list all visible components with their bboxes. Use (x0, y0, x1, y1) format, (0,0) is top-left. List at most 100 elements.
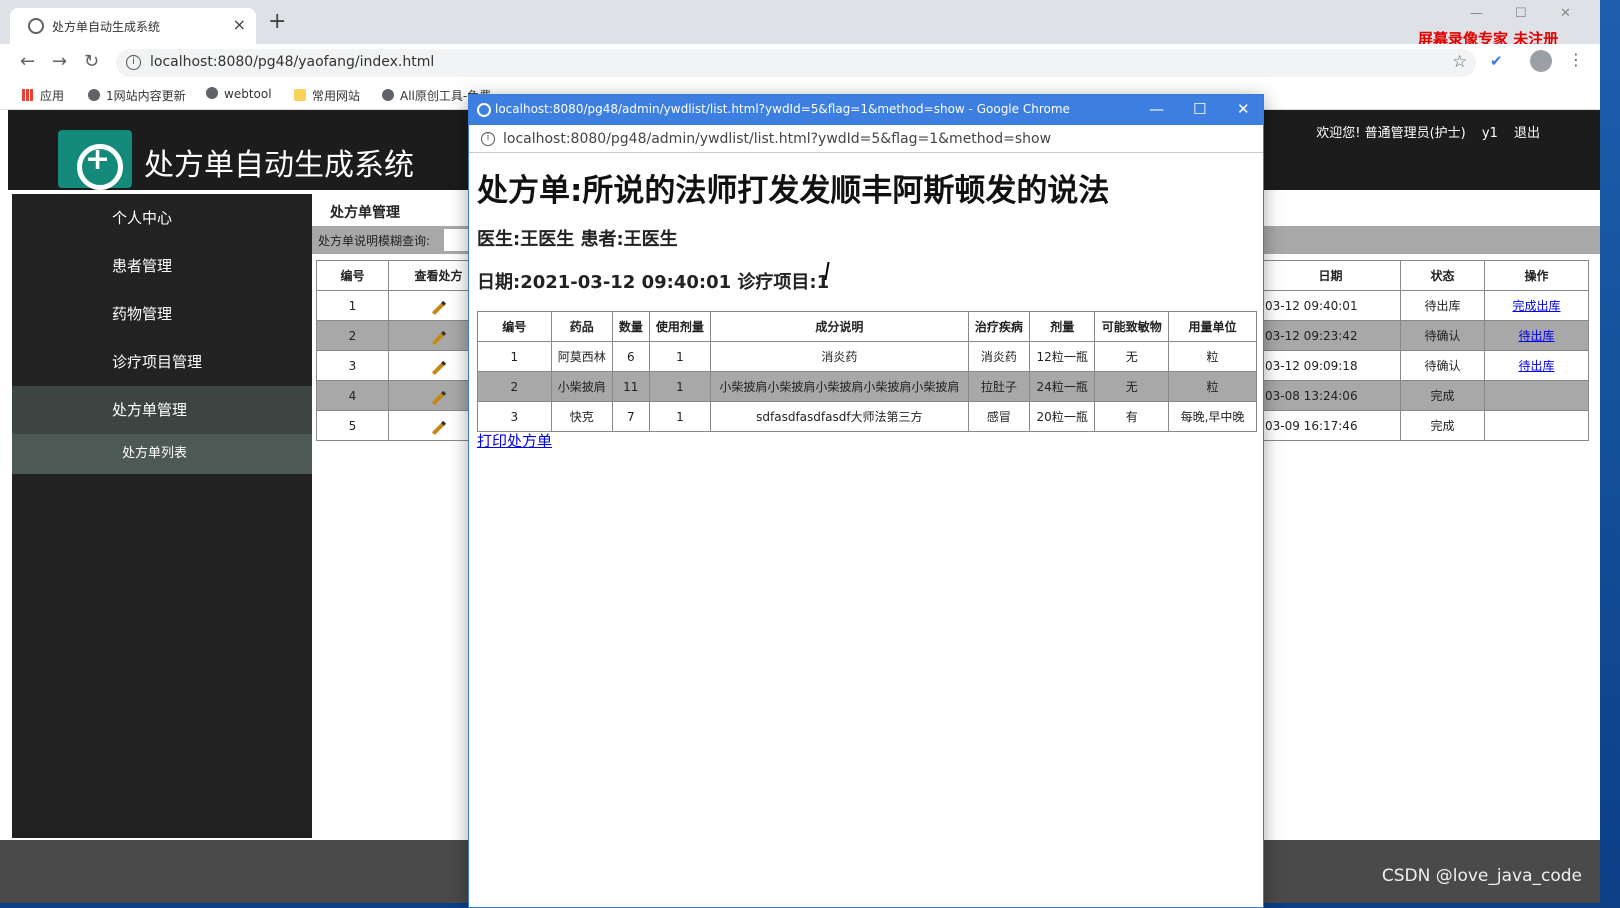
pencil-icon[interactable] (431, 360, 446, 375)
bookmark-folder[interactable]: 常用网站 (294, 87, 360, 104)
hospital-logo-icon (58, 130, 132, 190)
cell: 拉肚子 (967, 371, 1030, 402)
column-header: 药品 (550, 311, 613, 342)
cell: 粒 (1168, 341, 1257, 372)
prescription-table-left: 编号 查看处方 1 2 3 4 5 (316, 260, 489, 441)
minimize-icon[interactable]: — (1149, 100, 1164, 118)
sidebar-item-treatments[interactable]: 诊疗项目管理 (12, 338, 312, 386)
sidebar-item-prescriptions[interactable]: 处方单管理 (12, 386, 312, 434)
globe-icon (382, 89, 394, 101)
row-status: 完成 (1400, 380, 1485, 411)
logout-link[interactable]: 退出 (1514, 126, 1540, 141)
pending-outbound-link[interactable]: 待出库 (1518, 359, 1554, 373)
cell: 消炎药 (710, 341, 969, 372)
table-row: 03-09 16:17:46 完成 (1260, 410, 1589, 441)
column-header: 操作 (1484, 260, 1589, 291)
bookmark-item[interactable]: 1网站内容更新 (88, 87, 186, 104)
pencil-icon[interactable] (431, 330, 446, 345)
close-tab-icon[interactable]: × (233, 15, 246, 34)
pencil-icon[interactable] (431, 300, 446, 315)
browser-tab[interactable]: 处方单自动生成系统 × (10, 8, 256, 44)
forward-icon[interactable]: → (52, 51, 67, 72)
maximize-icon[interactable]: ☐ (1515, 6, 1527, 21)
cell: 3 (477, 401, 552, 432)
cell: 11 (611, 371, 650, 402)
table-row: 03-12 09:09:18 待确认 待出库 (1260, 350, 1589, 381)
browser-menu-icon[interactable]: ⋮ (1568, 50, 1584, 69)
cell: 每晚,早中晚 (1168, 401, 1257, 432)
info-icon[interactable]: i (126, 55, 141, 70)
close-window-icon[interactable]: ✕ (1237, 100, 1250, 118)
row-status: 待确认 (1400, 350, 1485, 381)
close-window-icon[interactable]: ✕ (1560, 6, 1571, 21)
table-row: 5 (316, 410, 489, 441)
row-op (1484, 380, 1589, 411)
column-header: 可能致敏物 (1094, 311, 1169, 342)
sidebar-item-medicines[interactable]: 药物管理 (12, 290, 312, 338)
maximize-icon[interactable]: ☐ (1193, 100, 1206, 118)
cell: 2 (477, 371, 552, 402)
row-date: 03-12 09:40:01 (1260, 290, 1401, 321)
cell: 1 (477, 341, 552, 372)
pencil-icon[interactable] (431, 420, 446, 435)
globe-icon (477, 103, 491, 117)
column-header: 剂量 (1028, 311, 1096, 342)
cell: 1 (648, 401, 712, 432)
cell: 1 (648, 371, 712, 402)
bookmark-item[interactable]: webtool (206, 87, 272, 101)
cell: 无 (1094, 341, 1169, 372)
sidebar-item-personal-center[interactable]: 个人中心 (12, 194, 312, 242)
sidebar-item-patients[interactable]: 患者管理 (12, 242, 312, 290)
column-header: 使用剂量 (648, 311, 712, 342)
print-prescription-link[interactable]: 打印处方单 (477, 430, 552, 451)
address-bar[interactable]: i localhost:8080/pg48/yaofang/index.html (116, 49, 1476, 77)
folder-icon (294, 89, 306, 101)
column-header: 用量单位 (1168, 311, 1257, 342)
info-icon[interactable]: i (481, 132, 495, 146)
cell: 1 (648, 341, 712, 372)
user-bar: 欢迎您! 普通管理员(护士) y1 退出 (1304, 122, 1540, 141)
column-header: 日期 (1260, 260, 1401, 291)
back-icon[interactable]: ← (20, 51, 35, 72)
bookmark-apps[interactable]: 应用 (22, 87, 64, 104)
popup-address-bar[interactable]: i localhost:8080/pg48/admin/ywdlist/list… (469, 125, 1263, 153)
prescription-title: 处方单:所说的法师打发发顺丰阿斯顿发的说法 (477, 173, 1110, 209)
csdn-watermark: CSDN @love_java_code (1381, 866, 1582, 886)
globe-icon (206, 87, 218, 99)
row-status: 待确认 (1400, 320, 1485, 351)
table-row: 03-12 09:40:01 待出库 完成出库 (1260, 290, 1589, 321)
reload-icon[interactable]: ↻ (84, 51, 99, 72)
cell: 快克 (550, 401, 613, 432)
bookmark-star-icon[interactable]: ☆ (1452, 52, 1467, 72)
pencil-icon[interactable] (431, 390, 446, 405)
pending-outbound-link[interactable]: 待出库 (1518, 329, 1554, 343)
popup-titlebar[interactable]: localhost:8080/pg48/admin/ywdlist/list.h… (469, 95, 1263, 125)
sidebar-subitem-prescription-list[interactable]: 处方单列表 (12, 434, 312, 474)
complete-outbound-link[interactable]: 完成出库 (1512, 299, 1560, 313)
table-row: 03-12 09:23:42 待确认 待出库 (1260, 320, 1589, 351)
row-id: 3 (316, 350, 389, 381)
column-header: 治疗疾病 (967, 311, 1030, 342)
row-status: 完成 (1400, 410, 1485, 441)
table-row: 2 (316, 320, 489, 351)
globe-icon (28, 18, 44, 34)
table-row: 1 阿莫西林 6 1 消炎药 消炎药 12粒一瓶 无 粒 (477, 341, 1257, 372)
cell: sdfasdfasdfasdf大师法第三方 (710, 401, 969, 432)
profile-avatar[interactable] (1530, 50, 1552, 72)
tab-strip: 处方单自动生成系统 × + — ☐ ✕ 屏幕录像专家 未注册 (0, 0, 1600, 48)
minimize-icon[interactable]: — (1470, 6, 1483, 21)
username: y1 (1481, 126, 1498, 141)
popup-url: localhost:8080/pg48/admin/ywdlist/list.h… (503, 131, 1052, 147)
browser-toolbar: ← → ↻ i localhost:8080/pg48/yaofang/inde… (0, 44, 1600, 82)
sidebar: 个人中心 患者管理 药物管理 诊疗项目管理 处方单管理 处方单列表 (12, 194, 312, 838)
new-tab-icon[interactable]: + (268, 11, 286, 33)
search-label: 处方单说明模糊查询: (318, 234, 431, 248)
table-row: 1 (316, 290, 489, 321)
popup-title: localhost:8080/pg48/admin/ywdlist/list.h… (495, 102, 1070, 116)
row-id: 1 (316, 290, 389, 321)
extension-icon[interactable]: ✔ (1490, 52, 1503, 70)
welcome-text: 欢迎您! 普通管理员(护士) (1316, 126, 1466, 141)
cell: 消炎药 (967, 341, 1030, 372)
row-id: 5 (316, 410, 389, 441)
cell: 12粒一瓶 (1028, 341, 1096, 372)
